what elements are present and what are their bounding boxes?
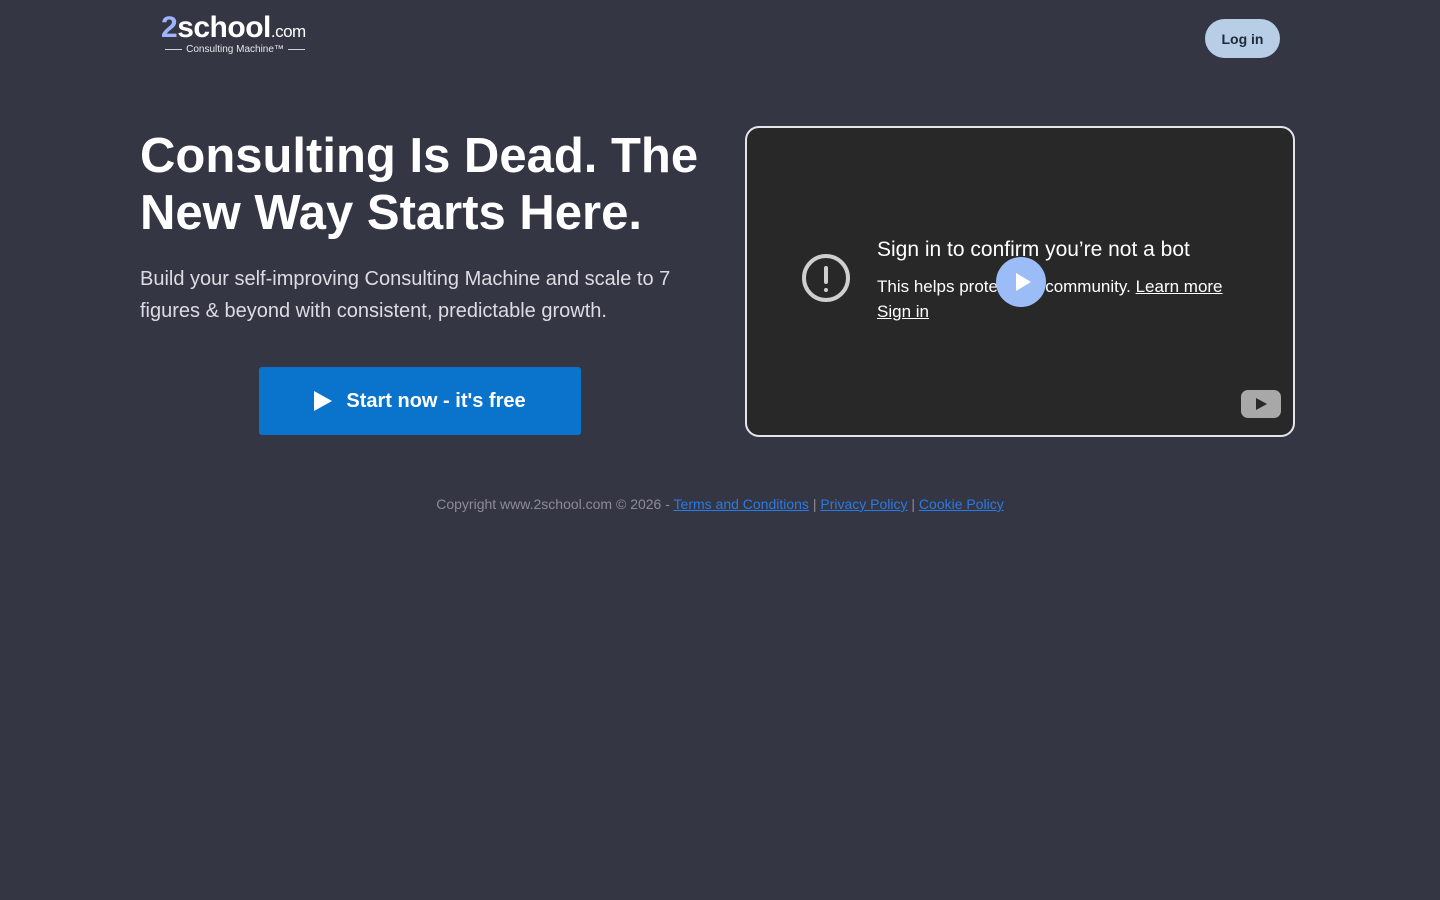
learn-more-link[interactable]: Learn more [1136,277,1223,296]
footer-separator: | [907,496,919,512]
footer-separator: | [808,496,821,512]
logo-divider-left [165,49,183,50]
video-sign-in-link[interactable]: Sign in [877,299,929,324]
alert-circle-icon [802,254,850,302]
site-logo[interactable]: 2school.com Consulting Machine™ [161,12,311,58]
site-header: 2school.com Consulting Machine™ Log in [0,0,1440,80]
video-embed[interactable]: Sign in to confirm you’re not a bot This… [745,126,1295,437]
logo-divider-right [287,49,306,50]
cookie-link[interactable]: Cookie Policy [919,496,1004,512]
youtube-logo-icon[interactable] [1241,390,1281,418]
hero-title: Consulting Is Dead. The New Way Starts H… [140,129,699,240]
video-bot-check-title: Sign in to confirm you’re not a bot [877,238,1190,261]
logo-digit: 2 [161,11,178,44]
logo-wordmark: 2school.com [161,12,306,48]
play-icon [1016,273,1031,291]
login-button[interactable]: Log in [1205,19,1280,58]
terms-link[interactable]: Terms and Conditions [674,496,809,512]
play-icon [314,391,333,411]
logo-tagline: Consulting Machine™ [186,44,284,55]
privacy-link[interactable]: Privacy Policy [820,496,907,512]
hero-subtitle: Build your self-improving Consulting Mac… [140,268,671,322]
start-now-label: Start now - it's free [346,389,526,412]
start-now-button[interactable]: Start now - it's free [259,367,581,435]
logo-tld: .com [270,22,306,41]
site-footer: Copyright www.2school.com © 2026 - Terms… [0,496,1440,512]
footer-copyright: Copyright www.2school.com © 2026 - [436,496,674,512]
video-play-button[interactable] [996,257,1046,307]
logo-tagline-row: Consulting Machine™ [161,44,309,55]
video-bot-check-text: This helps protect our community. Learn … [877,274,1267,299]
logo-word: school [177,11,271,44]
